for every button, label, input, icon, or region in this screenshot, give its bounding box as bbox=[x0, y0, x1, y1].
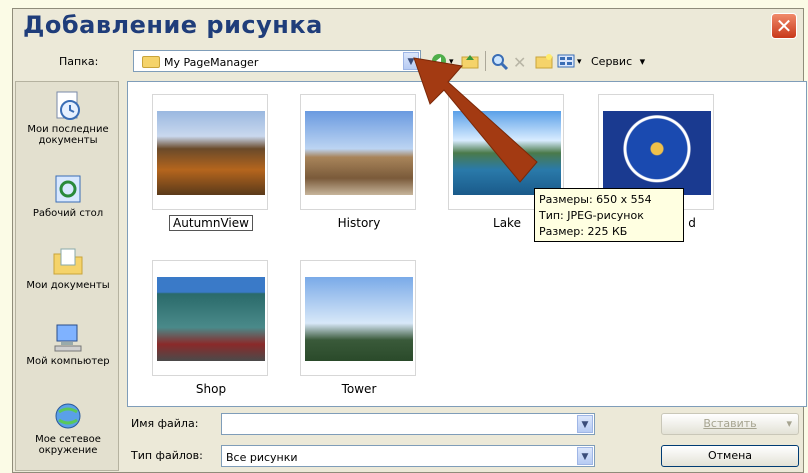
recent-documents-icon bbox=[51, 90, 85, 122]
place-label: Мои последние документы bbox=[27, 124, 109, 146]
folder-value: My PageManager bbox=[164, 56, 259, 69]
ferris-wheel-image bbox=[603, 111, 711, 195]
autumn-view-image bbox=[157, 111, 265, 195]
insert-button[interactable]: Вставить ▾ bbox=[661, 413, 799, 435]
network-places-icon bbox=[51, 400, 85, 432]
history-image bbox=[305, 111, 413, 195]
folder-icon bbox=[142, 56, 160, 68]
chevron-down-icon[interactable]: ▼ bbox=[577, 447, 593, 465]
place-desktop[interactable]: Рабочий стол bbox=[16, 174, 120, 219]
place-label: Мой компьютер bbox=[26, 356, 110, 367]
file-info-tooltip: Размеры: 650 x 554 Тип: JPEG-рисунок Раз… bbox=[534, 188, 684, 242]
back-dropdown-icon[interactable]: ▾ bbox=[449, 57, 454, 77]
place-network[interactable]: Мое сетевое окружение bbox=[16, 400, 120, 456]
lake-image bbox=[453, 111, 561, 195]
filename-input[interactable]: ▼ bbox=[221, 413, 595, 435]
folder-combo[interactable]: My PageManager ▼ bbox=[133, 50, 421, 72]
insert-picture-dialog: Добавление рисунка ✕ Папка: My PageManag… bbox=[12, 8, 807, 473]
chevron-down-icon[interactable]: ▼ bbox=[577, 415, 593, 433]
filename-label: Имя файла: bbox=[131, 417, 199, 430]
file-name: d bbox=[688, 216, 696, 230]
insert-dropdown-icon[interactable]: ▾ bbox=[786, 414, 792, 434]
file-name: History bbox=[337, 216, 381, 230]
file-name: Tower bbox=[341, 382, 377, 396]
up-folder-icon[interactable] bbox=[461, 53, 479, 73]
views-dropdown-icon[interactable]: ▾ bbox=[577, 57, 582, 77]
toolbar-separator bbox=[485, 51, 486, 71]
tower-image bbox=[305, 277, 413, 361]
place-label: Мои документы bbox=[26, 280, 110, 291]
place-label: Рабочий стол bbox=[32, 208, 104, 219]
filetype-label: Тип файлов: bbox=[131, 449, 203, 462]
place-my-computer[interactable]: Мой компьютер bbox=[16, 322, 120, 367]
place-recent-documents[interactable]: Мои последние документы bbox=[16, 90, 120, 146]
new-folder-icon[interactable] bbox=[535, 53, 553, 73]
tooltip-dimensions: Размеры: 650 x 554 bbox=[539, 193, 652, 206]
slide-background bbox=[0, 0, 808, 8]
dialog-title: Добавление рисунка bbox=[23, 11, 323, 39]
search-web-icon[interactable] bbox=[491, 53, 509, 73]
filetype-select[interactable]: Все рисунки ▼ bbox=[221, 445, 595, 467]
file-view[interactable]: AutumnView History Lake d Shop Tower Раз… bbox=[127, 81, 807, 407]
cancel-button[interactable]: Отмена bbox=[661, 445, 799, 467]
back-icon[interactable] bbox=[431, 53, 447, 73]
insert-label: Вставить bbox=[703, 417, 757, 430]
filetype-value: Все рисунки bbox=[226, 451, 298, 464]
file-name: Shop bbox=[195, 382, 227, 396]
place-label: Мое сетевое окружение bbox=[35, 434, 101, 456]
tools-label: Сервис bbox=[591, 55, 633, 68]
place-my-documents[interactable]: Мои документы bbox=[16, 246, 120, 291]
file-thumbnail[interactable]: Tower bbox=[300, 260, 418, 396]
tooltip-type: Тип: JPEG-рисунок bbox=[539, 209, 644, 222]
places-bar: Мои последние документы Рабочий стол Мои… bbox=[15, 81, 119, 471]
views-icon[interactable] bbox=[557, 53, 575, 73]
tools-menu[interactable]: Сервис ▾ bbox=[591, 55, 645, 68]
my-documents-icon bbox=[51, 246, 85, 278]
tooltip-size: Размер: 225 КБ bbox=[539, 225, 628, 238]
desktop-icon bbox=[51, 174, 85, 206]
folder-label: Папка: bbox=[59, 55, 99, 68]
chevron-down-icon[interactable]: ▼ bbox=[403, 52, 419, 70]
tools-dropdown-icon: ▾ bbox=[639, 55, 646, 68]
file-thumbnail[interactable]: History bbox=[300, 94, 418, 230]
shop-image bbox=[157, 277, 265, 361]
file-thumbnail[interactable]: AutumnView bbox=[152, 94, 270, 231]
file-name: Lake bbox=[493, 216, 521, 230]
my-computer-icon bbox=[51, 322, 85, 354]
dialog-title-bar: Добавление рисунка ✕ bbox=[13, 9, 803, 43]
file-thumbnail[interactable]: Shop bbox=[152, 260, 270, 396]
close-button[interactable]: ✕ bbox=[771, 13, 797, 39]
delete-icon[interactable]: ✕ bbox=[513, 53, 526, 73]
file-name: AutumnView bbox=[169, 215, 253, 231]
